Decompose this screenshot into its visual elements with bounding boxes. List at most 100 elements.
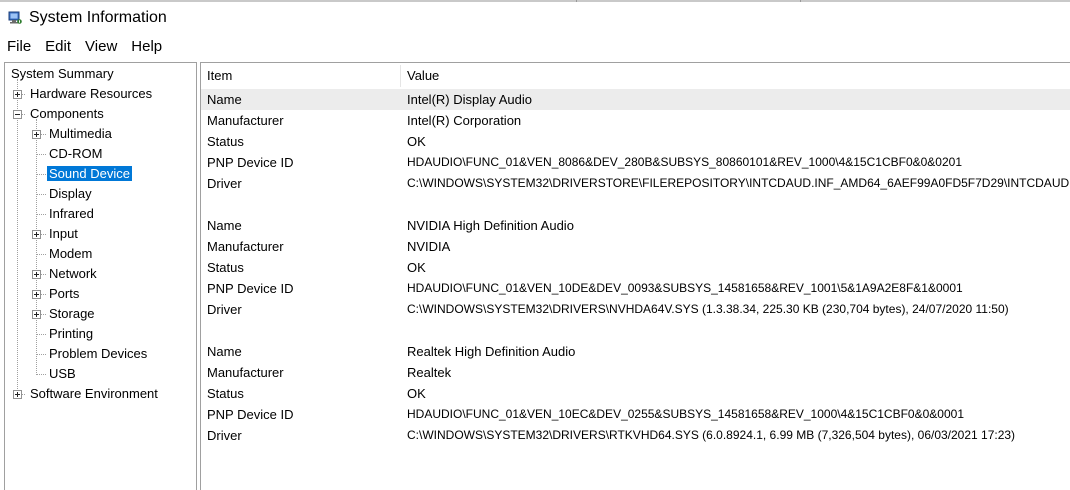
details-list-pane[interactable]: Item Value Name Intel(R) Display Audio Ma… <box>200 62 1070 490</box>
item-cell: Driver <box>207 428 242 443</box>
value-cell: NVIDIA <box>407 239 451 254</box>
table-row[interactable]: Name Realtek High Definition Audio <box>201 341 1070 362</box>
value-cell: Realtek High Definition Audio <box>407 344 576 359</box>
expand-storage-icon[interactable] <box>32 310 41 319</box>
tree-item-system-summary[interactable]: System Summary <box>9 65 116 83</box>
menu-file[interactable]: File <box>0 36 38 58</box>
tree-item-label: Input <box>49 226 78 241</box>
tree-item-cd-rom[interactable]: CD-ROM <box>47 145 104 163</box>
table-row[interactable]: Status OK <box>201 383 1070 404</box>
tree-connector <box>36 214 46 215</box>
item-cell: Manufacturer <box>207 365 284 380</box>
tree-item-label: Ports <box>49 286 80 301</box>
tree-item-infrared[interactable]: Infrared <box>47 205 96 223</box>
edge-mark <box>800 0 801 2</box>
menu-help[interactable]: Help <box>124 36 169 58</box>
menu-edit[interactable]: Edit <box>38 36 78 58</box>
tree-item-label: Display <box>49 186 92 201</box>
tree-connector <box>36 354 46 355</box>
tree-item-sound-device[interactable]: Sound Device <box>47 165 132 183</box>
expand-network-icon[interactable] <box>32 270 41 279</box>
tree-item-label: Storage <box>49 306 95 321</box>
item-cell: Manufacturer <box>207 239 284 254</box>
table-row[interactable]: Manufacturer Intel(R) Corporation <box>201 110 1070 131</box>
tree-item-ports[interactable]: Ports <box>47 285 81 303</box>
expand-input-icon[interactable] <box>32 230 41 239</box>
column-header-value[interactable]: Value <box>401 63 701 87</box>
item-cell: Status <box>207 386 244 401</box>
title-bar: System Information <box>0 5 1070 33</box>
table-row[interactable]: Driver C:\WINDOWS\SYSTEM32\DRIVERSTORE\FI… <box>201 173 1070 194</box>
tree-connector <box>17 79 18 395</box>
table-row[interactable]: Manufacturer NVIDIA <box>201 236 1070 257</box>
value-cell: Intel(R) Corporation <box>407 113 522 128</box>
system-info-icon <box>8 11 22 25</box>
edge-mark <box>576 0 577 2</box>
value-cell: HDAUDIO\FUNC_01&VEN_10EC&DEV_0255&SUBSYS… <box>407 407 964 421</box>
table-row[interactable]: Name NVIDIA High Definition Audio <box>201 215 1070 236</box>
tree-item-hardware-resources[interactable]: Hardware Resources <box>28 85 154 103</box>
tree-item-software-environment[interactable]: Software Environment <box>28 385 160 403</box>
value-cell: C:\WINDOWS\SYSTEM32\DRIVERS\RTKVHD64.SYS… <box>407 428 1016 442</box>
table-row[interactable]: PNP Device ID HDAUDIO\FUNC_01&VEN_10EC&DE… <box>201 404 1070 425</box>
tree-item-label: Network <box>49 266 97 281</box>
expand-software-icon[interactable] <box>13 390 22 399</box>
tree-item-problem-devices[interactable]: Problem Devices <box>47 345 149 363</box>
window-top-edge <box>0 0 1070 2</box>
tree-connector <box>36 254 46 255</box>
tree-item-network[interactable]: Network <box>47 265 99 283</box>
table-row[interactable]: Status OK <box>201 257 1070 278</box>
item-cell: Manufacturer <box>207 113 284 128</box>
table-row[interactable]: Driver C:\WINDOWS\SYSTEM32\DRIVERS\NVHDA6… <box>201 299 1070 320</box>
tree-item-components[interactable]: Components <box>28 105 106 123</box>
tree-item-label: Components <box>30 106 104 121</box>
category-tree-pane[interactable]: System Summary Hardware Resources Compon… <box>4 62 197 490</box>
table-row[interactable]: Driver C:\WINDOWS\SYSTEM32\DRIVERS\RTKVHD… <box>201 425 1070 446</box>
list-header: Item Value <box>201 63 1070 87</box>
item-cell: Name <box>207 344 242 359</box>
expand-multimedia-icon[interactable] <box>32 130 41 139</box>
expand-hardware-icon[interactable] <box>13 90 22 99</box>
item-cell: PNP Device ID <box>207 155 294 170</box>
item-cell: Driver <box>207 302 242 317</box>
tree-item-label: Printing <box>49 326 94 341</box>
collapse-components-icon[interactable] <box>13 110 22 119</box>
value-cell: Intel(R) Display Audio <box>407 92 532 107</box>
tree-item-label: USB <box>49 366 76 381</box>
tree-item-storage[interactable]: Storage <box>47 305 97 323</box>
tree-item-printing[interactable]: Printing <box>47 325 95 343</box>
tree-item-label: Infrared <box>49 206 94 221</box>
tree-connector <box>36 374 46 375</box>
tree-item-label: Hardware Resources <box>30 86 153 101</box>
item-cell: Name <box>207 92 242 107</box>
item-cell: PNP Device ID <box>207 407 294 422</box>
tree-item-label: CD-ROM <box>49 146 103 161</box>
tree-item-multimedia[interactable]: Multimedia <box>47 125 114 143</box>
tree-item-display[interactable]: Display <box>47 185 94 203</box>
table-row[interactable]: Manufacturer Realtek <box>201 362 1070 383</box>
tree-item-label: Software Environment <box>30 386 158 401</box>
tree-item-label: Multimedia <box>49 126 112 141</box>
item-cell: PNP Device ID <box>207 281 294 296</box>
table-row[interactable]: Status OK <box>201 131 1070 152</box>
table-row[interactable]: PNP Device ID HDAUDIO\FUNC_01&VEN_8086&DE… <box>201 152 1070 173</box>
tree-connector <box>36 194 46 195</box>
table-row[interactable]: Name Intel(R) Display Audio <box>201 89 1070 110</box>
value-cell: OK <box>407 134 426 149</box>
tree-item-label: Problem Devices <box>49 346 148 361</box>
item-cell: Driver <box>207 176 242 191</box>
tree-item-label: System Summary <box>11 66 114 81</box>
tree-item-modem[interactable]: Modem <box>47 245 94 263</box>
window-title: System Information <box>29 9 167 26</box>
tree-item-input[interactable]: Input <box>47 225 80 243</box>
value-cell: NVIDIA High Definition Audio <box>407 218 574 233</box>
item-cell: Name <box>207 218 242 233</box>
table-row[interactable]: PNP Device ID HDAUDIO\FUNC_01&VEN_10DE&DE… <box>201 278 1070 299</box>
expand-ports-icon[interactable] <box>32 290 41 299</box>
menu-view[interactable]: View <box>78 36 124 58</box>
value-cell: HDAUDIO\FUNC_01&VEN_10DE&DEV_0093&SUBSYS… <box>407 281 963 295</box>
column-header-item[interactable]: Item <box>201 63 401 87</box>
category-tree: System Summary Hardware Resources Compon… <box>5 63 196 490</box>
tree-item-usb[interactable]: USB <box>47 365 78 383</box>
value-cell: HDAUDIO\FUNC_01&VEN_8086&DEV_280B&SUBSYS… <box>407 155 962 169</box>
